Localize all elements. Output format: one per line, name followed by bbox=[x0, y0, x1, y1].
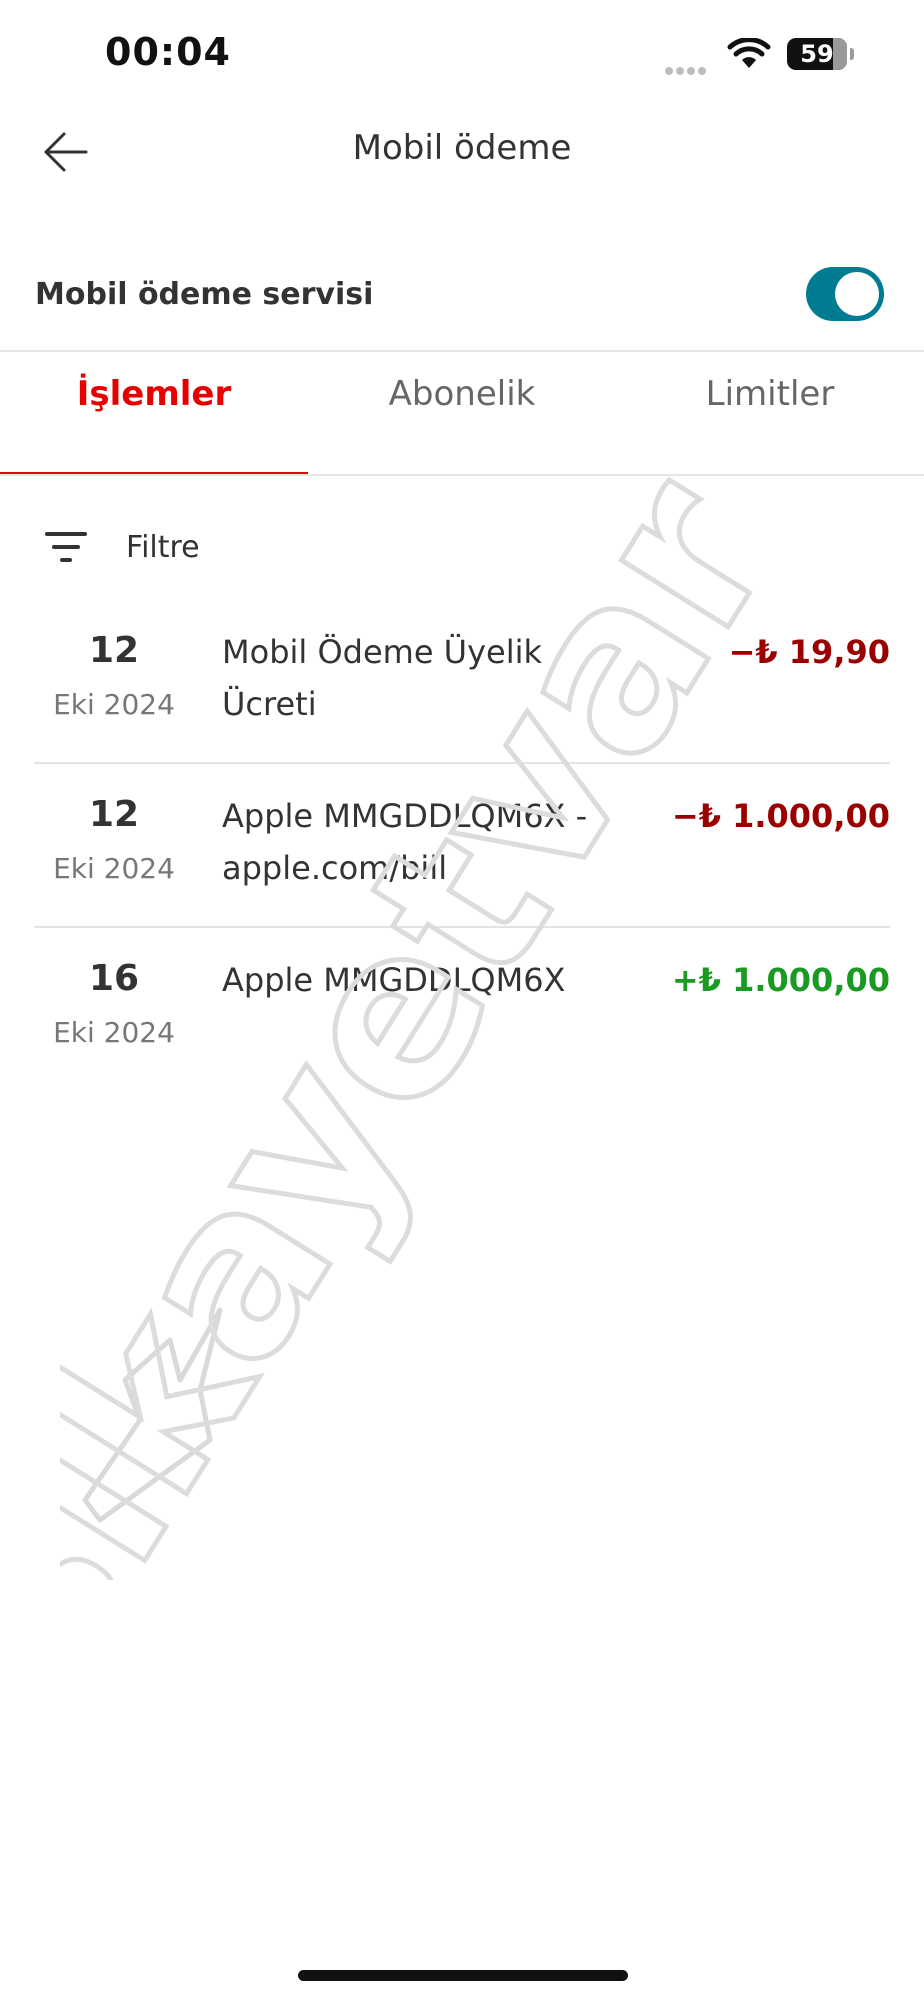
transaction-month: Eki 2024 bbox=[53, 852, 175, 885]
signal-dots-icon bbox=[665, 60, 715, 75]
transaction-list: 12 Eki 2024 Mobil Ödeme Üyelik Ücreti −₺… bbox=[34, 600, 890, 1090]
transaction-day: 12 bbox=[88, 630, 140, 671]
wifi-icon bbox=[727, 38, 771, 68]
page-title: Mobil ödeme bbox=[352, 128, 572, 168]
transaction-month: Eki 2024 bbox=[53, 688, 175, 721]
status-bar: 00:04 59 bbox=[0, 0, 924, 110]
filter-icon bbox=[40, 530, 90, 570]
transaction-row[interactable]: 16 Eki 2024 Apple MMGDDLQM6X +₺ 1.000,00 bbox=[34, 928, 890, 1090]
app-header: Mobil ödeme bbox=[0, 110, 924, 230]
transaction-row[interactable]: 12 Eki 2024 Apple MMGDDLQM6X - apple.com… bbox=[34, 764, 890, 928]
transaction-month: Eki 2024 bbox=[53, 1016, 175, 1049]
transaction-day: 12 bbox=[88, 794, 140, 835]
transaction-amount: −₺ 1.000,00 bbox=[671, 797, 890, 835]
transaction-description: Mobil Ödeme Üyelik Ücreti bbox=[222, 633, 543, 723]
battery-level: 59 bbox=[800, 40, 834, 68]
tab-bar: İşlemler Abonelik Limitler bbox=[0, 352, 924, 476]
toggle-knob bbox=[835, 272, 879, 316]
status-time: 00:04 bbox=[105, 30, 231, 74]
transaction-day: 16 bbox=[88, 958, 140, 999]
transaction-amount: −₺ 19,90 bbox=[728, 633, 890, 671]
mobile-payment-service-row: Mobil ödeme servisi bbox=[0, 255, 924, 350]
service-label: Mobil ödeme servisi bbox=[35, 277, 374, 312]
transaction-amount: +₺ 1.000,00 bbox=[671, 961, 890, 999]
tab-transactions[interactable]: İşlemler bbox=[0, 352, 308, 472]
service-toggle[interactable] bbox=[806, 267, 884, 321]
battery-icon: 59 bbox=[787, 38, 854, 70]
filter-button[interactable]: Filtre bbox=[40, 520, 240, 580]
tab-subscription[interactable]: Abonelik bbox=[308, 352, 616, 472]
home-indicator[interactable] bbox=[298, 1970, 628, 1981]
tab-limits[interactable]: Limitler bbox=[616, 352, 924, 472]
filter-label: Filtre bbox=[126, 530, 200, 565]
transaction-description: Apple MMGDDLQM6X - apple.com/bill bbox=[222, 797, 588, 887]
divider bbox=[0, 474, 924, 476]
transaction-description: Apple MMGDDLQM6X bbox=[222, 961, 566, 999]
transaction-row[interactable]: 12 Eki 2024 Mobil Ödeme Üyelik Ücreti −₺… bbox=[34, 600, 890, 764]
